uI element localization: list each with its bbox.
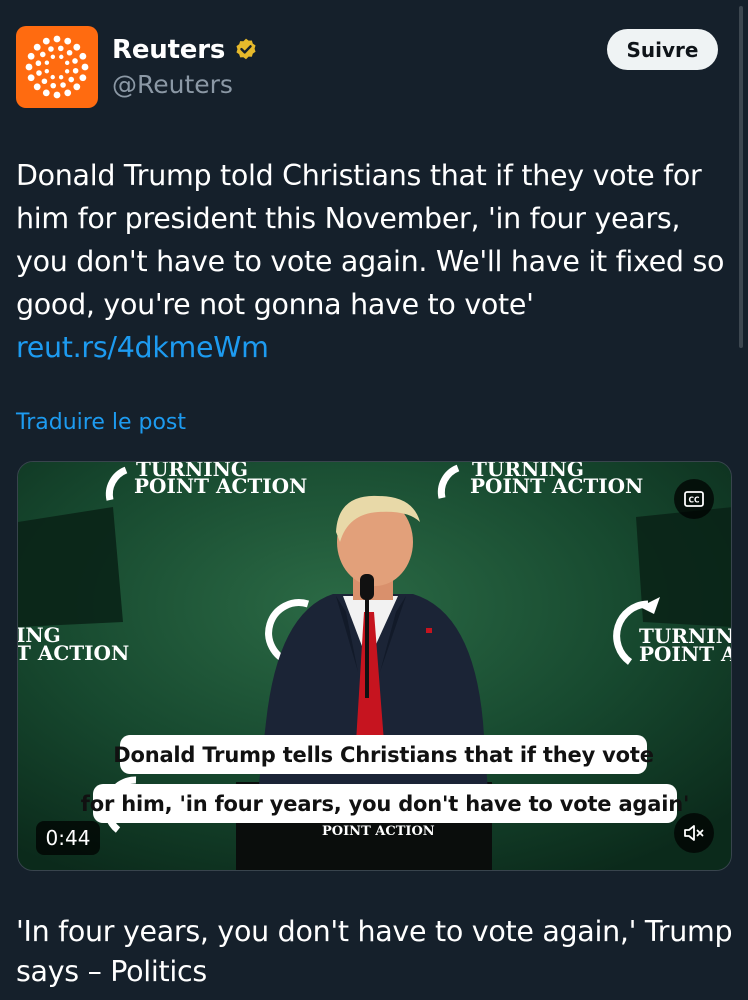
svg-text:CC: CC (688, 496, 700, 505)
backdrop-text-mid-left-2: T ACTION (18, 641, 129, 665)
video-caption-line-1: Donald Trump tells Christians that if th… (113, 735, 654, 774)
logo-dot (50, 54, 56, 60)
logo-dot (60, 82, 66, 88)
backdrop-text-mid-right-2: POINT A (639, 642, 732, 666)
logo-dot (27, 52, 35, 60)
mute-button[interactable] (674, 813, 714, 853)
logo-dot (41, 78, 48, 85)
closed-captions-button[interactable]: CC (674, 479, 714, 519)
reuters-avatar[interactable] (16, 26, 98, 108)
video-caption-line-2: for him, 'in four years, you don't have … (81, 784, 689, 823)
tweet-body: Donald Trump told Christians that if the… (16, 159, 725, 321)
logo-dot (35, 60, 42, 67)
logo-dot (39, 51, 46, 58)
logo-dot (50, 74, 55, 80)
logo-dot (81, 63, 89, 71)
logo-dot (59, 54, 64, 60)
logo-dot (72, 58, 78, 64)
logo-dot (44, 68, 50, 74)
account-name-row[interactable]: Reuters (112, 33, 259, 67)
logo-dot (27, 74, 35, 82)
follow-button[interactable]: Suivre (607, 29, 718, 70)
video-player[interactable]: TURNING POINT ACTION TURNING POINT ACTIO… (17, 461, 732, 871)
logo-dot (72, 67, 79, 74)
logo-dot (64, 89, 72, 97)
logo-dot (42, 89, 50, 97)
logo-dot (33, 83, 41, 91)
speaker-muted-icon (684, 825, 704, 841)
scrollbar[interactable] (739, 6, 743, 348)
logo-dot (68, 76, 75, 83)
logo-dot (25, 63, 33, 71)
logo-dot (53, 35, 61, 43)
tweet-page: Reuters @Reuters Suivre Donald Trump tol… (0, 0, 748, 1000)
logo-dot (58, 74, 64, 80)
logo-dot (42, 37, 50, 45)
logo-dot (53, 91, 61, 99)
logo-dot (33, 43, 41, 51)
logo-dot (79, 74, 87, 82)
logo-dot (36, 70, 42, 76)
logo-dot (64, 69, 70, 74)
logo-dot (64, 37, 72, 45)
logo-dot (64, 60, 70, 66)
logo-dot (44, 60, 50, 65)
backdrop-text-top-left-2: POINT ACTION (134, 474, 307, 498)
logo-dot (79, 52, 87, 60)
logo-dot (48, 46, 54, 52)
tweet-link[interactable]: reut.rs/4dkmeWm (16, 331, 269, 364)
tweet-text: Donald Trump told Christians that if the… (16, 154, 736, 369)
logo-dot (57, 45, 64, 52)
video-duration-badge: 0:44 (36, 821, 100, 855)
reuters-logo-icon (16, 26, 98, 108)
logo-dot (50, 82, 57, 89)
link-card-title[interactable]: 'In four years, you don't have to vote a… (16, 912, 736, 992)
verified-badge-icon (236, 38, 256, 60)
logo-dot (66, 49, 73, 56)
closed-captions-icon: CC (684, 491, 704, 507)
podium-text-2: POINT ACTION (322, 824, 435, 839)
translate-post-link[interactable]: Traduire le post (16, 410, 186, 435)
account-handle[interactable]: @Reuters (112, 70, 233, 99)
backdrop-text-top-right-2: POINT ACTION (470, 474, 643, 498)
account-display-name[interactable]: Reuters (112, 35, 225, 65)
logo-dot (73, 43, 81, 51)
logo-dot (73, 83, 81, 91)
